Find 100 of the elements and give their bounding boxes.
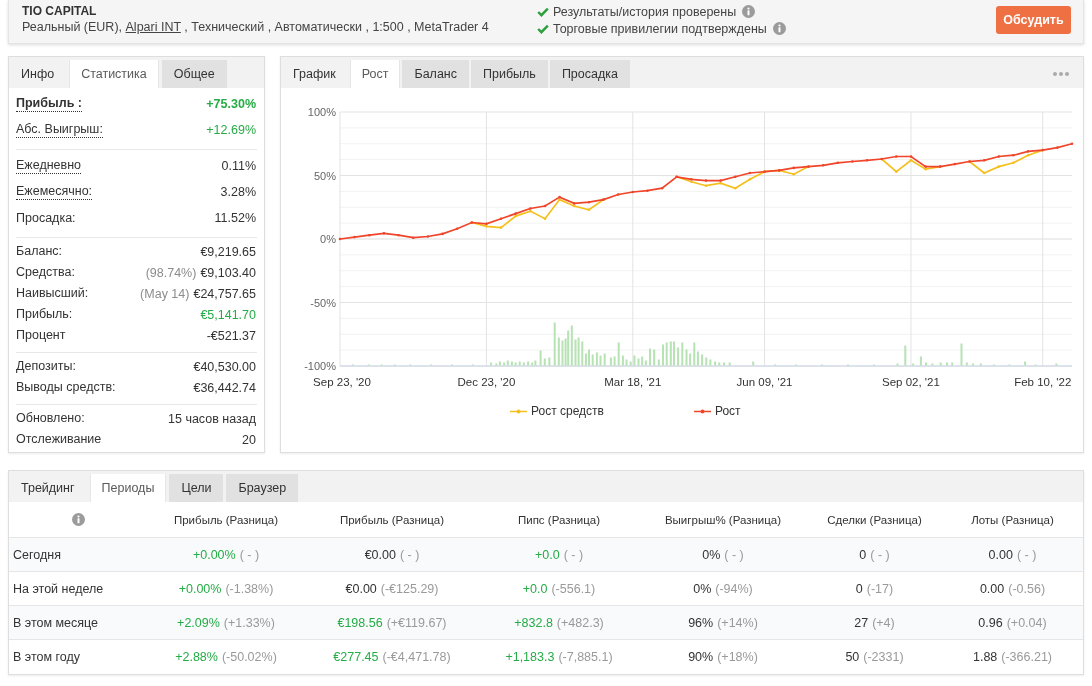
cell-change: (-€125.29) (380, 581, 439, 596)
cell-change: ( - ) (563, 547, 584, 562)
stat-label: Наивысший: (16, 286, 89, 301)
row-label: В этом году (12, 649, 81, 664)
legend-label[interactable]: Рост средств (531, 404, 604, 418)
column-header: Пипс (Разница) (517, 513, 601, 526)
tab[interactable]: Прибыль (471, 60, 548, 88)
stat-value: 15 часов назад (168, 411, 256, 426)
stat-value: 0.11% (221, 159, 256, 173)
cell-value: +0.0 (534, 547, 560, 562)
cell-value: 0.96 (978, 615, 1003, 630)
cell-change: (-17) (866, 581, 894, 596)
stat-label: Процент (16, 328, 66, 343)
verification-text: Торговые привилегии подтверждены (553, 21, 767, 36)
cell-value: €277.45 (333, 649, 379, 664)
row-label: Сегодня (12, 547, 61, 562)
cell-value: +1,183.3 (505, 649, 555, 664)
stat-value: -€521.37 (206, 328, 256, 343)
column-header: Прибыль (Разница) (173, 513, 279, 526)
tab[interactable]: Просадка (549, 60, 630, 88)
cell-value: €0.00 (364, 547, 396, 562)
column-header: Сделки (Разница) (827, 513, 922, 526)
legend-label[interactable]: Рост (714, 404, 741, 418)
cell-change: (+1.33%) (223, 615, 275, 630)
row-label: В этом месяце (12, 615, 99, 630)
tab[interactable]: Общее (161, 60, 227, 88)
stat-label: Абс. Выигрыш: (16, 122, 103, 138)
cell-value: +0.00% (178, 581, 222, 596)
stat-label: Прибыль: (16, 307, 73, 322)
cell-change: (-2331) (863, 649, 904, 664)
x-axis-label: Dec 23, '20 (457, 376, 516, 388)
info-icon (742, 5, 756, 18)
stat-value: 20 (242, 432, 256, 447)
cell-change: (+4) (872, 615, 895, 630)
tab[interactable]: Баланс (402, 60, 469, 88)
stat-value: €40,530.00 (193, 359, 256, 374)
cell-change: ( - ) (1016, 547, 1037, 562)
tab[interactable]: Рост (349, 60, 401, 88)
stat-value: €24,757.65 (193, 286, 256, 301)
cell-value: 0 (859, 547, 867, 562)
cell-change: (-1.38%) (225, 581, 274, 596)
cell-value: +2.09% (177, 615, 220, 630)
stat-value: 3.28% (220, 185, 256, 199)
tab[interactable]: Инфо (9, 60, 67, 88)
stat-label: Ежедневно (16, 158, 82, 174)
cell-value: 0% (702, 547, 721, 562)
cell-change: ( - ) (399, 547, 420, 562)
cell-value: 0.00 (979, 581, 1005, 596)
x-axis-label: Feb 10, '22 (1014, 376, 1072, 388)
tab[interactable]: Периоды (89, 474, 167, 502)
cell-change: (+18%) (717, 649, 758, 664)
tab[interactable]: Браузер (226, 474, 299, 502)
stat-label: Отслеживание (16, 432, 102, 447)
cell-change: (-366.21) (1001, 649, 1053, 664)
stat-label: Депозиты: (16, 359, 76, 374)
cell-change: (-7,885.1) (558, 649, 613, 664)
stat-label: Средства: (16, 265, 75, 280)
cell-value: 1.88 (972, 649, 998, 664)
cell-change: (-556.1) (551, 581, 596, 596)
column-header: Прибыль (Разница) (339, 513, 445, 526)
tab[interactable]: Статистика (69, 60, 159, 88)
x-axis-label: Jun 09, '21 (736, 376, 793, 388)
stat-value: €5,141.70 (200, 307, 256, 322)
tab[interactable]: Цели (169, 474, 224, 502)
cell-change: (+482.3) (556, 615, 604, 630)
cell-value: 0% (693, 581, 712, 596)
stat-label: Ежемесячно: (16, 184, 93, 200)
cell-change: (-94%) (715, 581, 753, 596)
cell-value: 27 (854, 615, 869, 630)
stat-note: (98.74%) (145, 265, 197, 280)
tab[interactable]: Трейдинг (9, 474, 87, 502)
verification-text: Результаты/история проверены (553, 4, 737, 19)
tab[interactable]: График (281, 60, 348, 88)
cell-value: 96% (688, 615, 714, 630)
stat-note: (May 14) (140, 286, 190, 301)
cell-change: (-€4,471.78) (382, 649, 451, 664)
cell-change: (+0.04) (1006, 615, 1047, 630)
account-details: Реальный (EUR), Alpari INT , Технический , Автоматически , 1:500 , MetaTrader 4 (22, 19, 489, 36)
stat-value: €9,219.65 (200, 244, 256, 259)
stat-label: Баланс: (16, 244, 63, 259)
stat-value: +75.30% (206, 97, 256, 111)
account-title: TIO CAPITAL (22, 3, 97, 19)
info-icon (71, 513, 85, 526)
cell-change: ( - ) (870, 547, 890, 562)
more-options-icon[interactable] (1053, 72, 1069, 76)
stat-label: Выводы средств: (16, 380, 116, 395)
stat-value: 11.52% (214, 211, 256, 225)
x-axis-label: Mar 18, '21 (604, 376, 662, 388)
y-axis-label: -100% (304, 360, 336, 372)
cell-change: (-50.02%) (221, 649, 277, 664)
y-axis-label: 50% (313, 169, 336, 182)
stat-label: Просадка: (16, 210, 76, 226)
column-header: Лоты (Разница) (971, 513, 1054, 526)
cell-value: +2.88% (175, 649, 218, 664)
cell-value: €0.00 (345, 581, 377, 596)
broker-link[interactable]: Alpari INT (125, 20, 181, 34)
stat-label: Обновлено: (16, 411, 85, 426)
row-label: На этой неделе (12, 581, 104, 596)
cell-value: +832.8 (514, 615, 553, 630)
cell-value: 90% (688, 649, 714, 664)
